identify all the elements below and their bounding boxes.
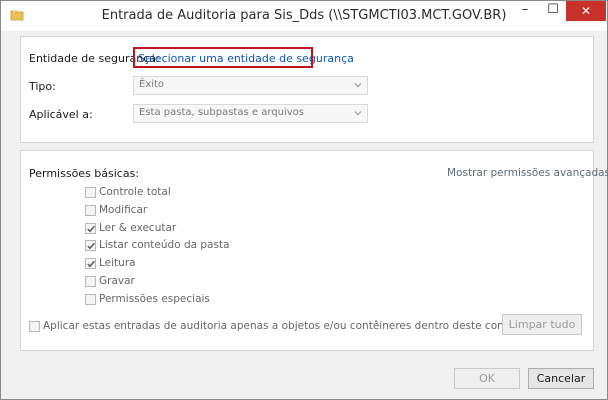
checkmark-icon [87,260,95,268]
permission-checkbox[interactable] [85,222,96,234]
permission-label: Ler & executar [99,221,177,234]
type-select-value: Êxito [139,79,165,90]
checkmark-icon [87,225,95,233]
chevron-down-icon [354,83,362,88]
permission-label: Listar conteúdo da pasta [99,239,230,252]
applies-to-label: Aplicável a: [29,108,93,121]
clear-all-button[interactable]: Limpar tudo [502,314,582,335]
permission-label: Leitura [99,257,136,270]
checkmark-icon [87,243,95,250]
permission-label: Modificar [99,203,148,216]
permission-checkbox[interactable] [85,276,96,287]
permission-label: Permissões especiais [99,292,210,305]
minimize-button[interactable]: – [511,1,539,21]
basic-permissions-heading: Permissões básicas: [29,167,140,180]
cancel-button[interactable]: Cancelar [528,368,594,389]
show-advanced-permissions-link[interactable]: Mostrar permissões avançadas [447,167,608,179]
audit-entry-dialog: Entrada de Auditoria para Sis_Dds (\\STG… [0,0,608,400]
permission-label: Controle total [99,186,171,198]
ok-button[interactable]: OK [454,368,520,389]
permission-label: Gravar [99,275,135,287]
permission-checkbox[interactable] [85,204,96,216]
permission-checkbox[interactable] [85,187,96,198]
type-label: Tipo: [29,80,56,93]
chevron-down-icon [354,111,362,116]
permission-checkbox[interactable] [85,258,96,270]
apply-only-checkbox[interactable] [29,321,40,332]
applies-to-select[interactable]: Esta pasta, subpastas e arquivos [133,104,368,123]
maximize-button[interactable]: ☐ [539,1,567,21]
apply-only-label: Aplicar estas entradas de auditoria apen… [43,320,535,332]
applies-to-select-value: Esta pasta, subpastas e arquivos [139,107,304,118]
close-button[interactable]: ✕ [566,1,606,21]
type-select[interactable]: Êxito [133,76,368,95]
highlight-box [133,47,313,68]
permission-checkbox[interactable] [85,240,96,252]
permission-checkbox[interactable] [85,293,96,305]
title-bar[interactable]: Entrada de Auditoria para Sis_Dds (\\STG… [1,1,607,31]
